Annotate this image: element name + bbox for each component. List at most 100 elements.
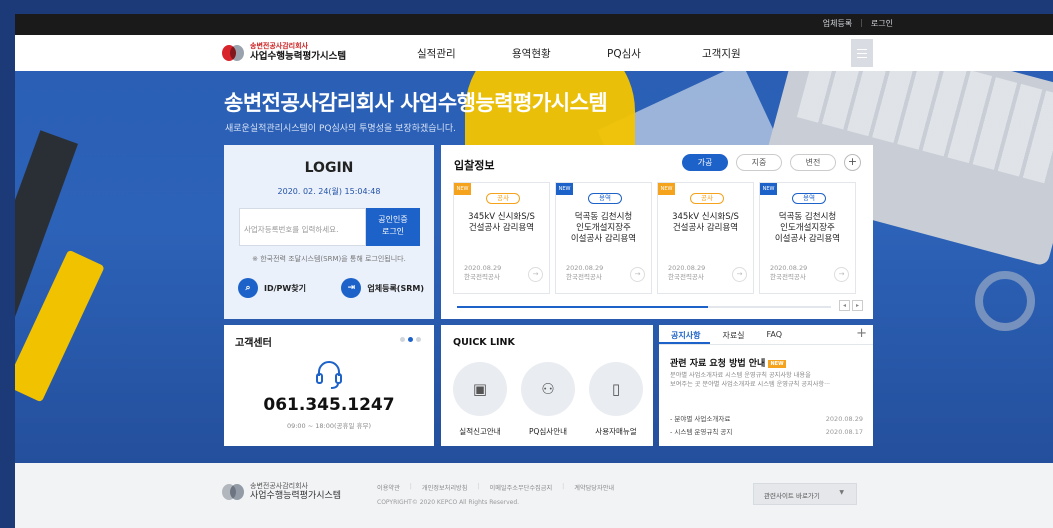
bid-title: 345kV 신시화S/S 건설공사 감리용역 (458, 212, 545, 234)
prev-arrow-icon[interactable]: ◂ (839, 300, 850, 311)
footer-links: 이용약관 | 개인정보처리방침 | 이메일주소무단수집금지 | 계약담당자안내 (377, 483, 614, 492)
bid-card[interactable]: NEW 용역 덕곡동 김천시청 인도개설지장주 이설공사 감리용역 2020.08.29 한… (555, 182, 652, 294)
page-frame: 업체등록 | 로그인 송변전공사감리회사 사업수행능력평가시스템 실적관리 용역… (15, 14, 1053, 528)
bid-type-badge: 공사 (486, 193, 520, 204)
bid-card[interactable]: NEW 공사 345kV 신시화S/S 건설공사 감리용역 2020.08.29 한국전력… (453, 182, 550, 294)
new-tag: NEW (658, 183, 675, 195)
cert-login-label-1: 공인인증 (378, 215, 408, 224)
register-link[interactable]: 업체등록 (823, 18, 852, 29)
hamburger-menu-icon[interactable] (851, 39, 873, 67)
bid-date: 2020.08.29 (566, 264, 604, 272)
notice-row-title: - 시스템 운영규칙 공지 (670, 428, 733, 436)
tab-notice[interactable]: 공지사항 (659, 325, 711, 344)
utility-links: 업체등록 | 로그인 (823, 18, 893, 29)
arrow-right-icon[interactable]: → (528, 267, 543, 282)
logo-line1: 송변전공사감리회사 (250, 42, 308, 50)
notice-row[interactable]: - 시스템 운영규칙 공지 2020.08.17 (670, 426, 863, 439)
bid-org: 한국전력공사 (464, 273, 500, 281)
divider: | (860, 18, 863, 27)
srm-register-label: 업체등록(SRM) (367, 283, 424, 293)
new-tag: NEW (760, 183, 777, 195)
notice-tabs: 공지사항 자료실 FAQ (659, 325, 873, 345)
tab-faq[interactable]: FAQ (755, 325, 793, 344)
quick-link-manual[interactable]: ▯ 사용자매뉴얼 (587, 362, 645, 437)
bid-meta: 2020.08.29 한국전력공사 (770, 264, 807, 282)
bid-type-badge: 용역 (588, 193, 622, 204)
tape-image (975, 271, 1035, 331)
people-icon: ⚇ (521, 362, 575, 416)
customer-hours: 09:00 ~ 18:00(공휴일 휴무) (286, 422, 372, 430)
menu-item-service[interactable]: 용역현황 (512, 46, 607, 61)
customer-phone: 061.345.1247 (263, 395, 395, 415)
bid-title-line1: 덕곡동 김천시청 (574, 212, 633, 222)
family-site-select[interactable]: 관련사이트 바로가기 ▼ (753, 483, 857, 505)
arrow-right-icon[interactable]: → (834, 267, 849, 282)
menu-item-performance[interactable]: 실적관리 (417, 46, 512, 61)
more-bids-plus-icon[interactable]: + (844, 154, 861, 171)
slide-dot-active[interactable] (408, 337, 413, 342)
tab-underground[interactable]: 지중 (736, 154, 782, 171)
bid-type-badge: 용역 (792, 193, 826, 204)
next-arrow-icon[interactable]: ▸ (852, 300, 863, 311)
quick-link-title: QUICK LINK (453, 337, 515, 348)
logo-line2: 사업수행능력평가시스템 (250, 51, 347, 62)
more-notice-plus-icon[interactable]: + (856, 326, 867, 341)
notice-row[interactable]: - 분야별 사업소개자료 2020.08.29 (670, 413, 863, 426)
arrow-right-icon[interactable]: → (630, 267, 645, 282)
srm-register-link[interactable]: ⇥ 업체등록(SRM) (341, 278, 424, 298)
bid-list: NEW 공사 345kV 신시화S/S 건설공사 감리용역 2020.08.29 한국전력… (453, 182, 856, 294)
slide-dot[interactable] (400, 337, 405, 342)
login-link[interactable]: 로그인 (871, 18, 893, 29)
family-site-label: 관련사이트 바로가기 (764, 492, 820, 500)
bid-card[interactable]: NEW 공사 345kV 신시화S/S 건설공사 감리용역 2020.08.29 한국전력… (657, 182, 754, 294)
current-datetime: 2020. 02. 24(월) 15:04:48 (277, 187, 381, 196)
menu-item-support[interactable]: 고객지원 (702, 46, 797, 61)
hero-title: 송변전공사감리회사 사업수행능력평가시스템 (224, 91, 608, 115)
slide-dot[interactable] (416, 337, 421, 342)
bid-pager: ◂ ▸ (839, 300, 863, 311)
footer-logo-line2: 사업수행능력평가시스템 (250, 491, 342, 501)
notice-headline[interactable]: 관련 자료 요청 방법 안내 NEW (670, 356, 786, 369)
safe-icon: ▣ (453, 362, 507, 416)
footer-link-privacy[interactable]: 개인정보처리방침 (422, 483, 468, 492)
business-number-input[interactable]: 사업자등록번호를 입력하세요. (239, 208, 366, 246)
search-user-icon: ⌕ (238, 278, 258, 298)
bid-type-badge: 공사 (690, 193, 724, 204)
tab-substation[interactable]: 변전 (790, 154, 836, 171)
bid-meta: 2020.08.29 한국전력공사 (464, 264, 501, 282)
bid-title-line1: 덕곡동 김천시청 (778, 212, 837, 222)
cert-login-button[interactable]: 공인인증 로그인 (366, 208, 420, 246)
slide-dots (400, 337, 421, 342)
notice-row-date: 2020.08.17 (825, 428, 863, 436)
quick-link-performance[interactable]: ▣ 실적신고안내 (451, 362, 509, 437)
login-panel: LOGIN 2020. 02. 24(월) 15:04:48 사업자등록번호를 … (224, 145, 434, 319)
bid-title-line1: 345kV 신시화S/S (672, 212, 739, 222)
site-logo[interactable]: 송변전공사감리회사 사업수행능력평가시스템 (222, 42, 346, 63)
notice-description: 분야별 사업소개자료 시스템 운영규칙 공지사항 내용을 보여주는 곳 분야별 … (670, 371, 865, 389)
bid-tabs: 가공 지중 변전 + (682, 154, 861, 171)
bid-title-line3: 이설공사 감리용역 (570, 234, 637, 244)
find-idpw-link[interactable]: ⌕ ID/PW찾기 (238, 278, 306, 298)
footer-link-terms[interactable]: 이용약관 (377, 483, 400, 492)
chevron-down-icon: ▼ (839, 489, 844, 496)
footer-link-email[interactable]: 이메일주소무단수집금지 (490, 483, 553, 492)
tab-overhead[interactable]: 가공 (682, 154, 728, 171)
menu-item-pq[interactable]: PQ심사 (607, 46, 702, 61)
bid-date: 2020.08.29 (770, 264, 808, 272)
bid-title-line2: 인도개설지장주 (576, 223, 631, 233)
arrow-right-icon[interactable]: → (732, 267, 747, 282)
divider: | (409, 483, 412, 490)
footer-logo-line1: 송변전공사감리회사 (250, 482, 308, 490)
bid-org: 한국전력공사 (668, 273, 704, 281)
bid-date: 2020.08.29 (668, 264, 706, 272)
notice-row-date: 2020.08.29 (825, 415, 863, 423)
quick-link-panel: QUICK LINK ▣ 실적신고안내 ⚇ PQ심사안내 ▯ 사용자매뉴얼 (441, 325, 653, 446)
footer-link-contract[interactable]: 계약담당자안내 (574, 483, 614, 492)
notice-desc-line1: 분야별 사업소개자료 시스템 운영규칙 공지사항 내용을 (670, 372, 811, 379)
tab-archive[interactable]: 자료실 (710, 325, 754, 344)
login-note: ※ 한국전력 조달시스템(SRM)을 통해 로그인됩니다. (252, 255, 406, 263)
quick-link-pq[interactable]: ⚇ PQ심사안내 (519, 362, 577, 437)
login-links: ⌕ ID/PW찾기 ⇥ 업체등록(SRM) (238, 278, 424, 298)
headset-icon (316, 361, 342, 389)
bid-card[interactable]: NEW 용역 덕곡동 김천시청 인도개설지장주 이설공사 감리용역 2020.08.29 한… (759, 182, 856, 294)
